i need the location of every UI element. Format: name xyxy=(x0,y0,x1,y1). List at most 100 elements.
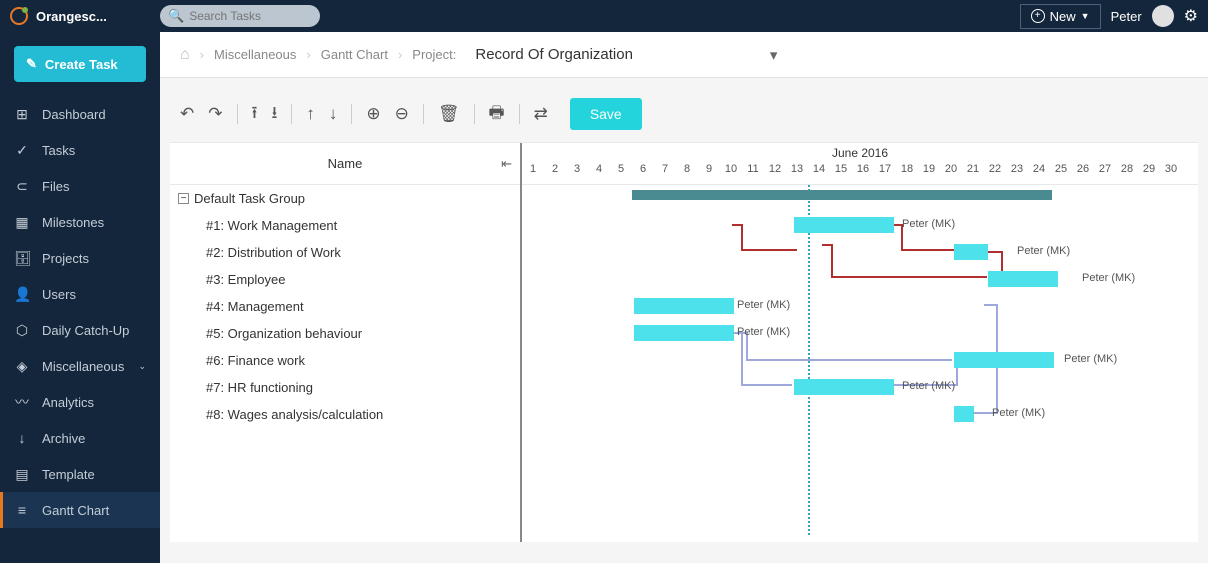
toolbar-separator xyxy=(351,104,352,124)
task-assignee: Peter (MK) xyxy=(1064,353,1117,365)
sidebar-item-miscellaneous[interactable]: ◈Miscellaneous⌄ xyxy=(0,348,160,384)
group-name: Default Task Group xyxy=(194,191,305,206)
align-bottom-icon[interactable]: ⭳ xyxy=(271,100,277,129)
task-row[interactable]: #4: Management xyxy=(170,293,520,320)
user-name: Peter xyxy=(1111,9,1142,24)
sidebar-item-label: Milestones xyxy=(42,215,104,230)
sidebar-item-analytics[interactable]: 〰Analytics xyxy=(0,384,160,420)
sidebar-item-gantt-chart[interactable]: ≡Gantt Chart xyxy=(0,492,160,528)
search-box[interactable]: 🔍 xyxy=(160,5,320,27)
task-row[interactable]: #3: Employee xyxy=(170,266,520,293)
day-cell: 22 xyxy=(984,163,1006,184)
sidebar-item-files[interactable]: ⊂Files xyxy=(0,168,160,204)
arrow-down-icon[interactable]: ↓ xyxy=(329,104,338,124)
chevron-down-icon: ⌄ xyxy=(138,361,146,372)
gear-icon[interactable]: ⚙ xyxy=(1184,6,1198,26)
save-button[interactable]: Save xyxy=(570,98,642,130)
zoom-in-icon[interactable]: ⊕ xyxy=(366,104,380,124)
undo-icon[interactable]: ↶ xyxy=(180,104,194,124)
day-cell: 18 xyxy=(896,163,918,184)
day-cell: 7 xyxy=(654,163,676,184)
analytics-icon: 〰 xyxy=(14,392,30,412)
day-cell: 3 xyxy=(566,163,588,184)
search-input[interactable] xyxy=(189,9,312,23)
new-button[interactable]: + New ▼ xyxy=(1020,4,1101,29)
avatar[interactable] xyxy=(1152,5,1174,27)
sidebar-item-label: Miscellaneous xyxy=(42,359,124,374)
task-bar[interactable] xyxy=(954,352,1054,368)
create-task-button[interactable]: ✎ Create Task xyxy=(14,46,146,82)
zoom-out-icon[interactable]: ⊖ xyxy=(395,104,409,124)
toolbar-separator xyxy=(474,104,475,124)
day-cell: 20 xyxy=(940,163,962,184)
collapse-group-icon[interactable]: − xyxy=(178,193,189,204)
sidebar-item-users[interactable]: 👤Users xyxy=(0,276,160,312)
task-assignee: Peter (MK) xyxy=(1017,245,1070,257)
create-label: Create Task xyxy=(45,57,118,72)
breadcrumb-item[interactable]: Miscellaneous xyxy=(214,47,296,62)
day-cell: 5 xyxy=(610,163,632,184)
day-cell: 16 xyxy=(852,163,874,184)
day-cell: 10 xyxy=(720,163,742,184)
breadcrumb-item: Project: xyxy=(412,47,456,62)
task-bar[interactable] xyxy=(634,325,734,341)
task-group-row[interactable]: − Default Task Group xyxy=(170,185,520,212)
task-row[interactable]: #7: HR functioning xyxy=(170,374,520,401)
task-row[interactable]: #8: Wages analysis/calculation xyxy=(170,401,520,428)
sidebar-item-template[interactable]: ▤Template xyxy=(0,456,160,492)
name-column-header: Name ⇤ xyxy=(170,143,520,185)
task-row[interactable]: #6: Finance work xyxy=(170,347,520,374)
task-bar[interactable] xyxy=(794,217,894,233)
task-bar[interactable] xyxy=(634,298,734,314)
plus-icon: + xyxy=(1031,9,1045,23)
task-bar[interactable] xyxy=(954,406,974,422)
task-row[interactable]: #5: Organization behaviour xyxy=(170,320,520,347)
link-icon[interactable]: ⇄ xyxy=(534,104,548,124)
day-cell: 24 xyxy=(1028,163,1050,184)
sidebar-item-label: Projects xyxy=(42,251,89,266)
sidebar-item-archive[interactable]: ↓Archive xyxy=(0,420,160,456)
print-icon[interactable]: 🖶 xyxy=(489,100,505,129)
toolbar-separator xyxy=(423,104,424,124)
task-label: #5: Organization behaviour xyxy=(178,326,362,341)
content: ↶ ↷ ⭱ ⭳ ↑ ↓ ⊕ ⊖ 🗑 🖶 ⇄ Save xyxy=(160,78,1208,563)
group-bar[interactable] xyxy=(632,190,1052,200)
home-icon[interactable]: ⌂ xyxy=(180,46,190,64)
projects-icon: 🗄 xyxy=(14,250,30,267)
redo-icon[interactable]: ↷ xyxy=(208,104,222,124)
gantt-timeline[interactable]: June 2016 123456789101112131415161718192… xyxy=(522,143,1198,542)
sidebar-item-label: Tasks xyxy=(42,143,75,158)
main-area: ⌂ › Miscellaneous › Gantt Chart › Projec… xyxy=(160,32,1208,563)
sidebar-item-milestones[interactable]: ▦Milestones xyxy=(0,204,160,240)
day-cell: 13 xyxy=(786,163,808,184)
task-row[interactable]: #1: Work Management xyxy=(170,212,520,239)
day-cell: 29 xyxy=(1138,163,1160,184)
align-top-icon[interactable]: ⭱ xyxy=(252,100,258,129)
task-assignee: Peter (MK) xyxy=(737,326,790,338)
create-icon: ✎ xyxy=(26,56,37,72)
top-right: + New ▼ Peter ⚙ xyxy=(1020,4,1208,29)
chevron-down-icon: ▾ xyxy=(770,46,778,64)
today-line xyxy=(808,185,810,535)
collapse-panel-icon[interactable]: ⇤ xyxy=(501,156,512,172)
arrow-up-icon[interactable]: ↑ xyxy=(306,104,315,124)
task-bar[interactable] xyxy=(794,379,894,395)
project-select[interactable]: Record Of Organization ▾ xyxy=(466,41,786,69)
task-bar[interactable] xyxy=(954,244,988,260)
task-row[interactable]: #2: Distribution of Work xyxy=(170,239,520,266)
topbar: Orangesc... 🔍 + New ▼ Peter ⚙ xyxy=(0,0,1208,32)
template-icon: ▤ xyxy=(14,466,30,483)
delete-icon[interactable]: 🗑 xyxy=(438,104,460,124)
day-cell: 14 xyxy=(808,163,830,184)
day-cell: 28 xyxy=(1116,163,1138,184)
task-bar[interactable] xyxy=(988,271,1058,287)
sidebar-item-projects[interactable]: 🗄 Projects xyxy=(0,240,160,276)
task-label: #4: Management xyxy=(178,299,304,314)
sidebar-item-daily-catchup[interactable]: ⬡Daily Catch-Up xyxy=(0,312,160,348)
breadcrumb-item[interactable]: Gantt Chart xyxy=(321,47,388,62)
sidebar-item-tasks[interactable]: ✓Tasks xyxy=(0,132,160,168)
search-icon: 🔍 xyxy=(168,8,184,24)
sidebar-item-dashboard[interactable]: ⊞Dashboard xyxy=(0,96,160,132)
brand-logo-icon xyxy=(10,7,28,25)
day-cell: 9 xyxy=(698,163,720,184)
